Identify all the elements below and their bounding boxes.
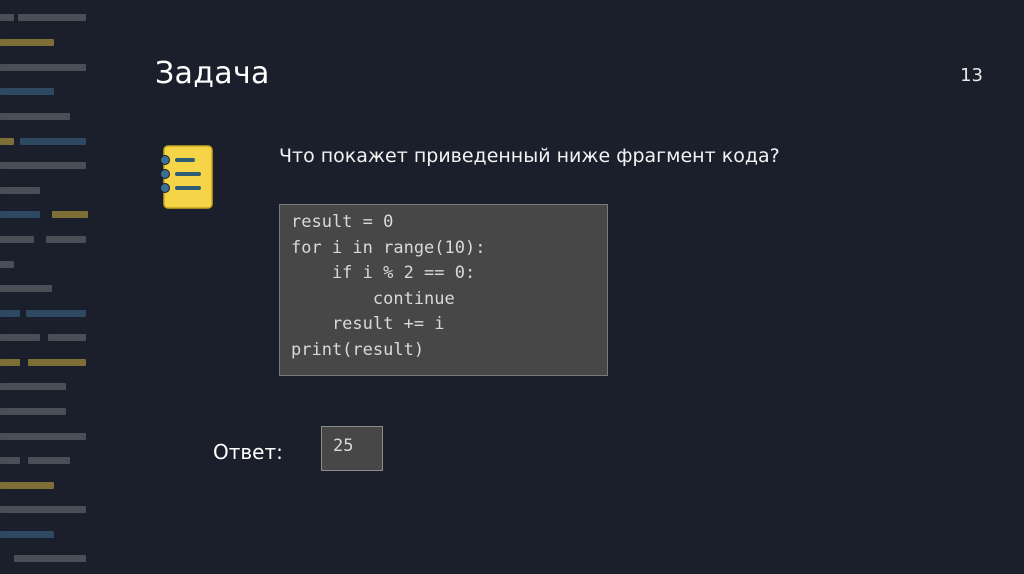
code-line: if i % 2 == 0: <box>291 263 476 283</box>
code-lines-decoration <box>0 0 100 574</box>
code-line: for i in range(10): <box>291 237 486 258</box>
code-line: result += i <box>291 314 445 334</box>
code-block: result = 0 for i in range(10): if i % 2 … <box>279 204 608 376</box>
page-number: 13 <box>960 65 983 86</box>
code-line: print(result) <box>291 339 425 360</box>
code-line: result = 0 <box>291 212 394 232</box>
slide-title: Задача <box>155 56 270 91</box>
notepad-icon <box>160 145 213 209</box>
slide: Задача 13 Что покажет приведенный ниже ф… <box>0 0 1024 574</box>
answer-label: Ответ: <box>213 440 283 464</box>
question-text: Что покажет приведенный ниже фрагмент ко… <box>279 145 780 167</box>
code-line: continue <box>291 288 455 309</box>
answer-field[interactable]: 25 <box>321 426 383 471</box>
